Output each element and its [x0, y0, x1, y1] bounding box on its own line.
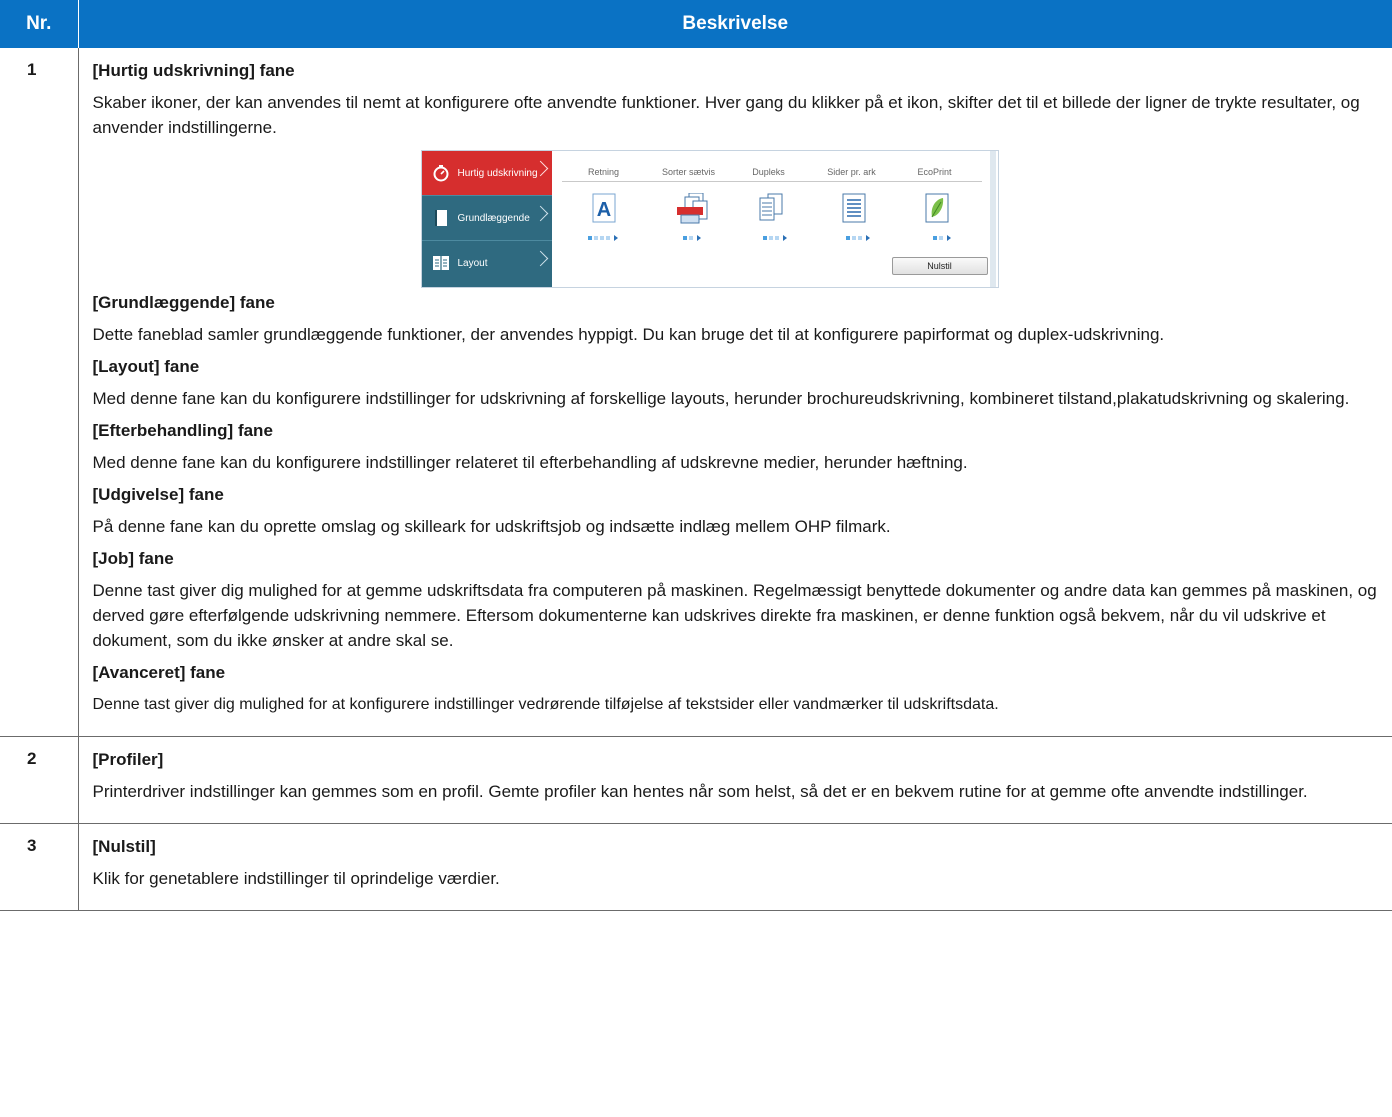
- divider: [561, 181, 982, 182]
- row-number: 3: [0, 823, 79, 911]
- chevron-right-icon: [532, 205, 548, 222]
- sidebar-item-label: Layout: [457, 257, 488, 269]
- function-label-dupleks: Dupleks: [752, 167, 785, 177]
- sidebar-item-hurtig-udskrivning[interactable]: Hurtig udskrivning: [421, 151, 552, 195]
- option-indicator: [587, 235, 618, 241]
- function-label-ecoprint: EcoPrint: [917, 167, 952, 177]
- section-body: Denne tast giver dig mulighed for at gem…: [92, 581, 1377, 650]
- row-number: 1: [0, 48, 79, 737]
- chevron-right-icon: [532, 250, 548, 267]
- page-icon: [432, 209, 450, 227]
- driver-screenshot: Hurtig udskrivning Grundlæggende Layout …: [420, 150, 999, 288]
- option-indicator: [682, 235, 701, 241]
- section-title: [Udgivelse] fane: [92, 485, 224, 504]
- option-indicator: [932, 235, 951, 241]
- scrollbar[interactable]: [989, 151, 996, 287]
- description-table: Nr. Beskrivelse 1 [Hurtig udskrivning] f…: [0, 0, 1392, 911]
- svg-text:A: A: [596, 199, 610, 221]
- reset-button[interactable]: Nulstil: [891, 257, 988, 275]
- row-description: [Hurtig udskrivning] fane Skaber ikoner,…: [78, 48, 1392, 737]
- table-header-row: Nr. Beskrivelse: [0, 0, 1392, 48]
- pages-per-sheet-icon[interactable]: [841, 193, 867, 223]
- section-title: [Efterbehandling] fane: [92, 421, 273, 440]
- section-title: [Profiler]: [92, 750, 164, 769]
- sidebar-item-layout[interactable]: Layout: [422, 241, 552, 285]
- section-title: [Avanceret] fane: [92, 663, 226, 682]
- collate-icon[interactable]: [675, 192, 707, 224]
- column-header-number: Nr.: [0, 0, 79, 48]
- section-title: [Job] fane: [92, 549, 174, 568]
- section-title: [Grundlæggende] fane: [92, 293, 275, 312]
- table-row: 3 [Nulstil] Klik for genetablere indstil…: [0, 823, 1392, 911]
- option-indicator: [762, 235, 787, 241]
- function-label-sider-pr-ark: Sider pr. ark: [827, 167, 876, 177]
- option-indicator: [845, 235, 870, 241]
- section-title: [Nulstil]: [92, 837, 156, 856]
- sidebar-item-label: Hurtig udskrivning: [457, 167, 538, 179]
- duplex-icon[interactable]: [758, 193, 784, 223]
- row-description: [Profiler] Printerdriver indstillinger k…: [78, 736, 1392, 824]
- section-body: Klik for genetablere indstillinger til o…: [92, 869, 500, 888]
- row-number: 2: [0, 736, 79, 824]
- section-body: Med denne fane kan du konfigurere indsti…: [92, 453, 968, 472]
- sidebar-item-label: Grundlæggende: [457, 212, 530, 224]
- sidebar-item-grundlaeggende[interactable]: Grundlæggende: [422, 196, 552, 240]
- driver-sidebar: Hurtig udskrivning Grundlæggende Layout: [421, 151, 552, 287]
- function-label-sorter-saetvis: Sorter sætvis: [661, 167, 715, 177]
- section-body: På denne fane kan du oprette omslag og s…: [92, 517, 891, 536]
- section-body: Printerdriver indstillinger kan gemmes s…: [92, 782, 1308, 801]
- stopwatch-icon: [432, 164, 450, 182]
- leaf-icon[interactable]: [924, 193, 950, 223]
- section-title: [Hurtig udskrivning] fane: [92, 61, 295, 80]
- column-header-description: Beskrivelse: [78, 0, 1392, 48]
- section-body: Skaber ikoner, der kan anvendes til nemt…: [92, 93, 1360, 137]
- table-row: 1 [Hurtig udskrivning] fane Skaber ikone…: [0, 48, 1392, 737]
- section-body: Dette faneblad samler grundlæggende funk…: [92, 325, 1165, 344]
- section-title: [Layout] fane: [92, 357, 200, 376]
- section-body: Med denne fane kan du konfigurere indsti…: [92, 389, 1350, 408]
- table-row: 2 [Profiler] Printerdriver indstillinger…: [0, 736, 1392, 824]
- function-label-retning: Retning: [587, 167, 620, 177]
- row-description: [Nulstil] Klik for genetablere indstilli…: [78, 823, 1392, 911]
- section-body: Denne tast giver dig mulighed for at kon…: [92, 696, 999, 713]
- layout-icon: [432, 254, 450, 272]
- orientation-a-icon[interactable]: A: [591, 193, 617, 223]
